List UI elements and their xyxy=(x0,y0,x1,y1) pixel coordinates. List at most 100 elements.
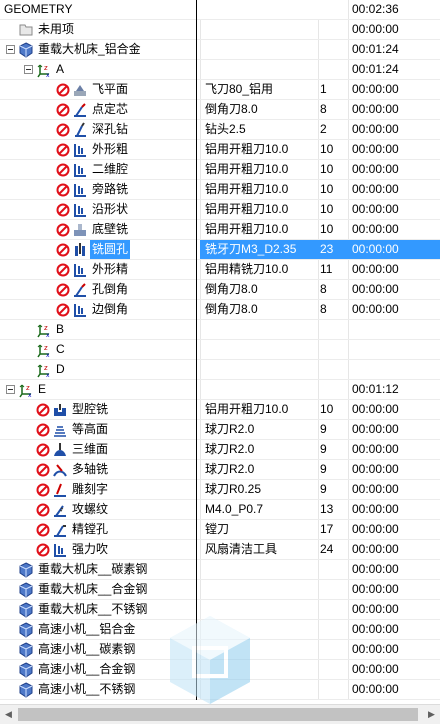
cell-tool: 倒角刀8.0 xyxy=(205,282,258,296)
tree-row[interactable]: 多轴铣 球刀R2.0 9 00:00:00 xyxy=(0,460,440,480)
tree-row[interactable]: 攻螺纹 M4.0_P0.7 13 00:00:00 xyxy=(0,500,440,520)
tree-row[interactable]: 孔倒角 倒角刀8.0 8 00:00:00 xyxy=(0,280,440,300)
cell-num xyxy=(318,40,348,59)
tree-row[interactable]: 重载大机床__碳素钢 00:00:00 xyxy=(0,560,440,580)
tree-node[interactable]: 重载大机床__碳素钢 xyxy=(18,560,149,579)
cell-tool: 球刀R2.0 xyxy=(205,422,255,436)
cell-tool: 球刀R2.0 xyxy=(205,462,255,476)
cell-time: 00:00:00 xyxy=(352,102,399,116)
tree-node[interactable]: 铣圆孔 xyxy=(56,240,131,259)
tree-row[interactable]: zxD xyxy=(0,360,440,380)
tree-row[interactable]: zxB xyxy=(0,320,440,340)
tree-node[interactable]: 深孔钻 xyxy=(56,120,130,139)
tree-row[interactable]: z x A 00:01:24 xyxy=(0,60,440,80)
tree-node[interactable]: 点定芯 xyxy=(56,100,130,119)
tree-row[interactable]: 二维腔 铝用开粗刀10.0 10 00:00:00 xyxy=(0,160,440,180)
tree-node[interactable]: 外形粗 xyxy=(56,140,130,159)
tree-row[interactable]: 铣圆孔 铣牙刀M3_D2.35 23 00:00:00 xyxy=(0,240,440,260)
tree-node[interactable]: zxA xyxy=(24,60,66,79)
tree-node[interactable]: 攻螺纹 xyxy=(36,500,110,519)
tree-node[interactable]: 多轴铣 xyxy=(36,460,110,479)
tree-node[interactable]: zxD xyxy=(36,360,67,379)
tree-row[interactable]: 未用项 00:00:00 xyxy=(0,20,440,40)
cell-tool xyxy=(200,20,318,39)
tree-node[interactable]: 重载大机床__合金钢 xyxy=(18,580,149,599)
cell-tool: 铝用开粗刀10.0 xyxy=(205,402,289,416)
tree-row[interactable]: 型腔铣 铝用开粗刀10.0 10 00:00:00 xyxy=(0,400,440,420)
tree-node[interactable]: 飞平面 xyxy=(56,80,130,99)
tree-node[interactable]: 高速小机__合金钢 xyxy=(18,660,137,679)
tree-row[interactable]: 点定芯 倒角刀8.0 8 00:00:00 xyxy=(0,100,440,120)
cell-num: 11 xyxy=(320,262,333,276)
tree-row[interactable]: 深孔钻 钻头2.5 2 00:00:00 xyxy=(0,120,440,140)
collapse-toggle-icon[interactable] xyxy=(6,45,15,54)
tree-row[interactable]: zxC xyxy=(0,340,440,360)
tree-node-label: 攻螺纹 xyxy=(72,502,109,516)
not-generated-status-icon xyxy=(36,503,50,517)
tree-row[interactable]: 边倒角 倒角刀8.0 8 00:00:00 xyxy=(0,300,440,320)
tree-node[interactable]: zxE xyxy=(6,380,48,399)
tree-node[interactable]: 孔倒角 xyxy=(56,280,130,299)
tree-row[interactable]: 重载大机床_铝合金 00:01:24 xyxy=(0,40,440,60)
cell-num xyxy=(318,380,348,399)
tree-node[interactable]: 雕刻字 xyxy=(36,480,110,499)
tree-node[interactable]: 底壁铣 xyxy=(56,220,130,239)
cell-tool: 铝用开粗刀10.0 xyxy=(205,202,289,216)
cell-time: 00:01:24 xyxy=(352,62,399,76)
scroll-right-arrow-icon[interactable]: ▶ xyxy=(423,705,440,724)
tree-node[interactable]: zxC xyxy=(36,340,67,359)
cell-tool xyxy=(200,360,318,379)
tree-node[interactable]: 型腔铣 xyxy=(36,400,110,419)
tree-row[interactable]: 等高面 球刀R2.0 9 00:00:00 xyxy=(0,420,440,440)
tree-node[interactable]: 未用项 xyxy=(18,20,76,39)
tree-node[interactable]: 二维腔 xyxy=(56,160,130,179)
tree-row[interactable]: 精镗孔 镗刀 17 00:00:00 xyxy=(0,520,440,540)
not-generated-status-icon xyxy=(36,463,50,477)
not-generated-status-icon xyxy=(36,523,50,537)
tree-node[interactable]: 边倒角 xyxy=(56,300,130,319)
mcs-icon: zx xyxy=(36,362,52,378)
tree-node[interactable]: 高速小机__铝合金 xyxy=(18,620,137,639)
tree-node[interactable]: 强力吹 xyxy=(36,540,110,559)
tree-row[interactable]: 强力吹 风扇清洁工具 24 00:00:00 xyxy=(0,540,440,560)
mcs-icon: zx xyxy=(36,322,52,338)
cell-time: 00:00:00 xyxy=(352,542,399,556)
tree-row[interactable]: z x E 00:01:12 xyxy=(0,380,440,400)
tree-node[interactable]: 高速小机__不锈钢 xyxy=(18,680,137,699)
scrollbar-thumb[interactable] xyxy=(18,708,418,721)
tree-node[interactable]: 沿形状 xyxy=(56,200,130,219)
tree-node[interactable]: 等高面 xyxy=(36,420,110,439)
cell-time: 00:00:00 xyxy=(352,422,399,436)
tree-row[interactable]: 沿形状 铝用开粗刀10.0 10 00:00:00 xyxy=(0,200,440,220)
collapse-toggle-icon[interactable] xyxy=(6,385,15,394)
tree-node[interactable]: zxB xyxy=(36,320,66,339)
tree-node-label: 飞平面 xyxy=(92,82,129,96)
tree-node-label: A xyxy=(56,62,65,76)
collapse-toggle-icon[interactable] xyxy=(24,65,33,74)
scroll-left-arrow-icon[interactable]: ◀ xyxy=(0,705,17,724)
tree-row[interactable]: 外形粗 铝用开粗刀10.0 10 00:00:00 xyxy=(0,140,440,160)
tree-row[interactable]: 雕刻字 球刀R0.25 9 00:00:00 xyxy=(0,480,440,500)
tree-node[interactable]: 精镗孔 xyxy=(36,520,110,539)
cell-num: 10 xyxy=(320,402,334,416)
tree-header-row[interactable]: GEOMETRY 00:02:36 xyxy=(0,0,440,20)
tree-node[interactable]: 三维面 xyxy=(36,440,110,459)
cell-time: 00:00:00 xyxy=(352,122,399,136)
tree-node[interactable]: 重载大机床__不锈钢 xyxy=(18,600,149,619)
tree-node[interactable]: 外形精 xyxy=(56,260,130,279)
not-generated-status-icon xyxy=(56,223,70,237)
cell-num xyxy=(318,660,348,679)
tree-row[interactable]: 重载大机床__合金钢 00:00:00 xyxy=(0,580,440,600)
tree-node[interactable]: 重载大机床_铝合金 xyxy=(6,40,143,59)
column-divider[interactable] xyxy=(196,0,197,700)
tree-row[interactable]: 底壁铣 铝用开粗刀10.0 10 00:00:00 xyxy=(0,220,440,240)
tree-node[interactable]: 高速小机__碳素钢 xyxy=(18,640,137,659)
tree-row[interactable]: 旁路铣 铝用开粗刀10.0 10 00:00:00 xyxy=(0,180,440,200)
machine-icon xyxy=(18,641,34,658)
tree-row[interactable]: 三维面 球刀R2.0 9 00:00:00 xyxy=(0,440,440,460)
tree-row[interactable]: 外形精 铝用精铣刀10.0 11 00:00:00 xyxy=(0,260,440,280)
geometry-root[interactable]: GEOMETRY xyxy=(4,0,72,19)
tree-row[interactable]: 飞平面 飞刀80_铝用 1 00:00:00 xyxy=(0,80,440,100)
tree-node[interactable]: 旁路铣 xyxy=(56,180,130,199)
tree-node-label: 多轴铣 xyxy=(72,462,109,476)
